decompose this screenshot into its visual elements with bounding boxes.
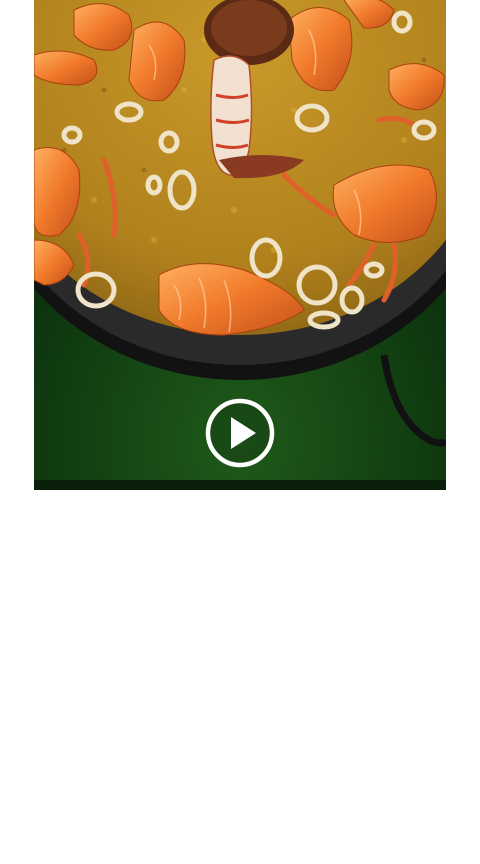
- play-button[interactable]: [204, 397, 276, 469]
- content-area: [0, 490, 480, 864]
- screen: [0, 0, 480, 864]
- video-player[interactable]: [34, 0, 446, 490]
- play-circle-icon: [205, 398, 275, 468]
